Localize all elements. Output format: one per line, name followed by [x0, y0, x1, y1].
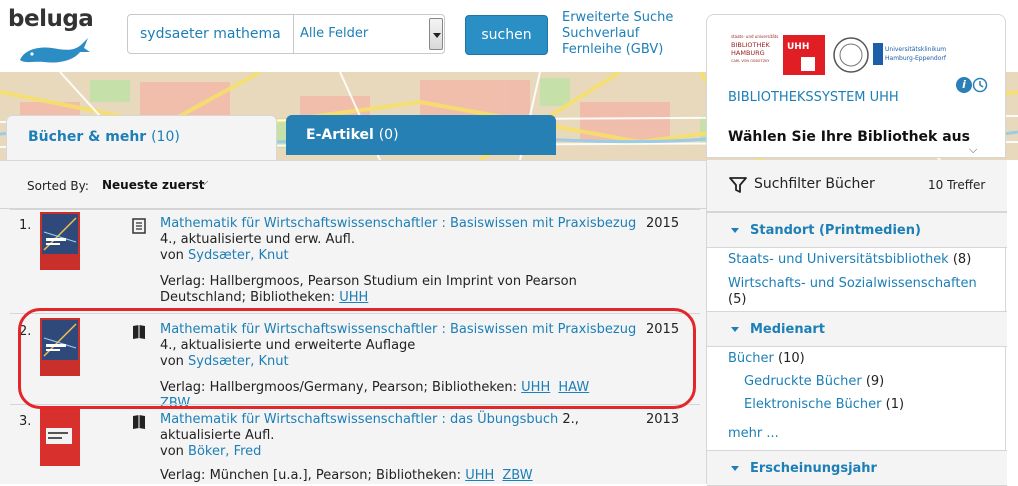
library-link-zbw[interactable]: ZBW: [502, 468, 532, 483]
facet-item: Wirtschafts- und Sozialwissenschaften (5…: [728, 276, 977, 307]
highlight-annotation: [18, 308, 696, 409]
result-author: von Sydsæter, Knut: [160, 248, 289, 263]
logo-text-uhh: UHH: [787, 42, 809, 52]
facet-link-wiso[interactable]: Wirtschafts- und Sozialwissenschaften: [728, 276, 977, 291]
facet-header: Suchfilter Bücher 10 Treffer: [707, 160, 1007, 212]
facet-group-year[interactable]: Erscheinungsjahr: [707, 450, 1007, 486]
author-link[interactable]: Böker, Fred: [188, 444, 261, 459]
facet-count: 10 Treffer: [928, 178, 986, 192]
interlibrary-loan-link[interactable]: Fernleihe (GBV): [562, 42, 673, 58]
facet-group-location[interactable]: Standort (Printmedien): [707, 212, 1007, 248]
search-box: Alle Felder: [127, 14, 445, 54]
logo-text-clinic: Universitätsklinikum: [885, 46, 946, 53]
facet-panel: Suchfilter Bücher 10 Treffer Standort (P…: [706, 160, 1007, 486]
dropdown-arrow-icon[interactable]: [429, 18, 443, 50]
sort-select[interactable]: Neueste zuerst: [102, 178, 205, 192]
result-item: 1. Mathematik für Wirtschaftswissenschaf…: [10, 212, 700, 308]
result-title-link[interactable]: Mathematik für Wirtschaftswissenschaftle…: [160, 216, 636, 231]
facet-link-sub[interactable]: Staats- und Universitätsbibliothek: [728, 252, 949, 267]
library-link-uhh[interactable]: UHH: [339, 290, 368, 305]
whale-icon: [20, 38, 90, 63]
facet-group-mediatype[interactable]: Medienart: [707, 311, 1007, 347]
facet-group-name: Medienart: [750, 322, 825, 337]
search-input[interactable]: [128, 15, 292, 53]
library-panel: staats- und universitäts BIBLIOTHEK HAMB…: [706, 14, 1006, 158]
book-icon: [133, 415, 145, 429]
book-cover-image[interactable]: [40, 408, 80, 466]
facet-link-print-books[interactable]: Gedruckte Bücher: [744, 374, 862, 389]
facet-group-name: Erscheinungsjahr: [750, 461, 877, 476]
result-number: 3.: [19, 414, 32, 429]
result-item: 3. Mathematik für Wirtschaftswissenschaf…: [10, 408, 700, 484]
library-link-uhh[interactable]: UHH: [465, 468, 494, 483]
facet-link-ebooks[interactable]: Elektronische Bücher: [744, 397, 882, 412]
history-icon[interactable]: [972, 77, 988, 93]
result-year: 2013: [646, 412, 680, 427]
book-cover-image[interactable]: [40, 212, 80, 270]
chevron-down-icon[interactable]: ⌵: [200, 175, 208, 189]
sort-label: Sorted By:: [27, 179, 89, 193]
caret-down-icon: [731, 228, 739, 233]
logo-text-bibliothek: BIBLIOTHEK: [731, 41, 770, 49]
caret-down-icon: [731, 327, 739, 332]
facet-link-books[interactable]: Bücher: [728, 351, 774, 366]
result-author: von Böker, Fred: [160, 444, 262, 459]
beluga-logo[interactable]: beluga: [6, 6, 106, 68]
facet-more-link[interactable]: mehr ...: [728, 426, 779, 441]
result-publisher: Verlag: Hallbergmoos, Pearson Studium ei…: [160, 274, 577, 305]
result-title: Mathematik für Wirtschaftswissenschaftle…: [160, 412, 640, 444]
sort-bar: Sorted By: Neueste zuerst ⌵: [0, 161, 706, 209]
library-logos[interactable]: staats- und universitäts BIBLIOTHEK HAMB…: [727, 33, 967, 77]
result-title: Mathematik für Wirtschaftswissenschaftle…: [160, 216, 640, 248]
tab-books[interactable]: Bücher & mehr (10): [6, 115, 277, 161]
result-year: 2015: [646, 216, 680, 231]
facet-more: mehr ...: [728, 426, 998, 442]
result-edition: 4., aktualisierte und erw. Aufl.: [160, 232, 356, 247]
search-button[interactable]: suchen: [465, 15, 548, 55]
library-select[interactable]: Wählen Sie Ihre Bibliothek aus: [728, 129, 970, 145]
facet-item: Bücher (10): [728, 351, 805, 366]
caret-down-icon: [731, 466, 739, 471]
logo-text-hamburg: HAMBURG: [731, 49, 765, 57]
facet-item: Staats- und Universitätsbibliothek (8): [728, 252, 972, 267]
library-system-name[interactable]: BIBLIOTHEKSSYSTEM UHH: [728, 90, 899, 105]
tab-articles-label: E-Artikel (0): [306, 127, 399, 143]
chevron-down-icon[interactable]: ⌵: [969, 143, 977, 157]
divider: [10, 209, 700, 210]
facet-item: Elektronische Bücher (1): [744, 397, 905, 412]
author-link[interactable]: Sydsæter, Knut: [188, 248, 289, 263]
logo-text-eppendorf: Hamburg-Eppendorf: [885, 55, 947, 62]
document-icon: [132, 218, 146, 234]
result-title-link[interactable]: Mathematik für Wirtschaftswissenschaftle…: [160, 412, 558, 427]
facet-title: Suchfilter Bücher: [754, 176, 875, 192]
facet-item: Gedruckte Bücher (9): [744, 374, 885, 389]
result-publisher: Verlag: München [u.a.], Pearson; Bibliot…: [160, 468, 533, 483]
tab-books-label: Bücher & mehr (10): [28, 129, 180, 145]
facet-group-name: Standort (Printmedien): [750, 223, 921, 238]
filter-icon: [729, 177, 747, 193]
logo-text-ossietzky: CARL VON OSSIETZKY: [731, 59, 770, 63]
search-history-link[interactable]: Suchverlauf: [562, 26, 673, 42]
advanced-search-link[interactable]: Erweiterte Suche: [562, 10, 673, 26]
header-links: Erweiterte Suche Suchverlauf Fernleihe (…: [562, 10, 673, 58]
info-icon[interactable]: i: [956, 77, 972, 93]
logo-text: beluga: [8, 6, 94, 32]
field-select-value: Alle Felder: [300, 26, 369, 41]
logo-text-sub: staats- und universitäts: [731, 34, 778, 39]
result-number: 1.: [19, 218, 32, 233]
field-select[interactable]: Alle Felder: [293, 15, 445, 53]
tab-articles[interactable]: E-Artikel (0): [286, 115, 556, 155]
